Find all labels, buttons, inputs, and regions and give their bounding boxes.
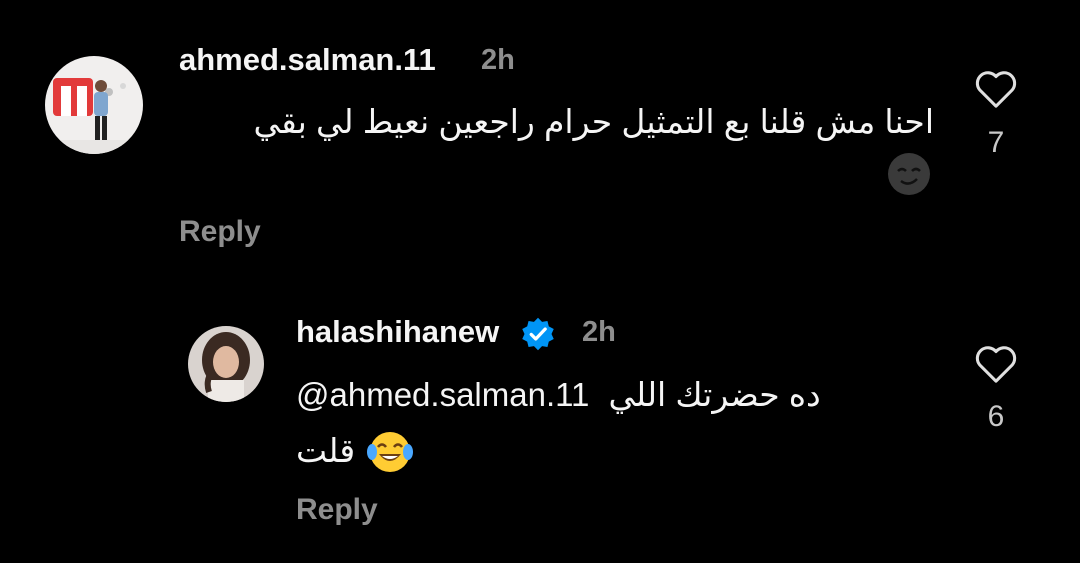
verified-badge-icon xyxy=(520,316,556,352)
comment-text-line: احنا مش قلنا بع التمثيل حرام راجعين نعيط… xyxy=(253,103,934,140)
comments-screen: ahmed.salman.11 2h احنا مش قلنا بع التمث… xyxy=(0,0,1080,563)
reply-username[interactable]: halashihanew xyxy=(296,314,499,350)
like-count: 7 xyxy=(987,126,1005,159)
smirk-face-emoji xyxy=(886,151,932,197)
reply-text-line1: @ahmed.salman.11 ده حضرتك اللي xyxy=(296,368,821,422)
like-count: 6 xyxy=(987,400,1005,433)
mention-link[interactable]: @ahmed.salman.11 xyxy=(296,376,589,413)
reply-button[interactable]: Reply xyxy=(296,493,378,527)
avatar-photo xyxy=(45,56,143,154)
comment-text: احنا مش قلنا بع التمثيل حرام راجعين نعيط… xyxy=(253,95,934,149)
avatar-halashihanew[interactable] xyxy=(188,326,264,402)
reply-timestamp: 2h xyxy=(582,316,616,348)
avatar-photo xyxy=(188,326,264,402)
comment-timestamp: 2h xyxy=(481,44,515,76)
face-with-tears-of-joy-emoji xyxy=(366,428,414,476)
avatar-ahmed[interactable] xyxy=(45,56,143,154)
reply-text-arabic: ده حضرتك اللي xyxy=(608,376,821,413)
reply-button[interactable]: Reply xyxy=(179,215,261,249)
comment-username[interactable]: ahmed.salman.11 xyxy=(179,42,436,78)
heart-outline-icon[interactable] xyxy=(973,68,1019,110)
reply-text-line2: قلت xyxy=(296,424,355,478)
heart-outline-icon[interactable] xyxy=(973,343,1019,385)
reply-text-arabic-line2: قلت xyxy=(296,432,356,469)
